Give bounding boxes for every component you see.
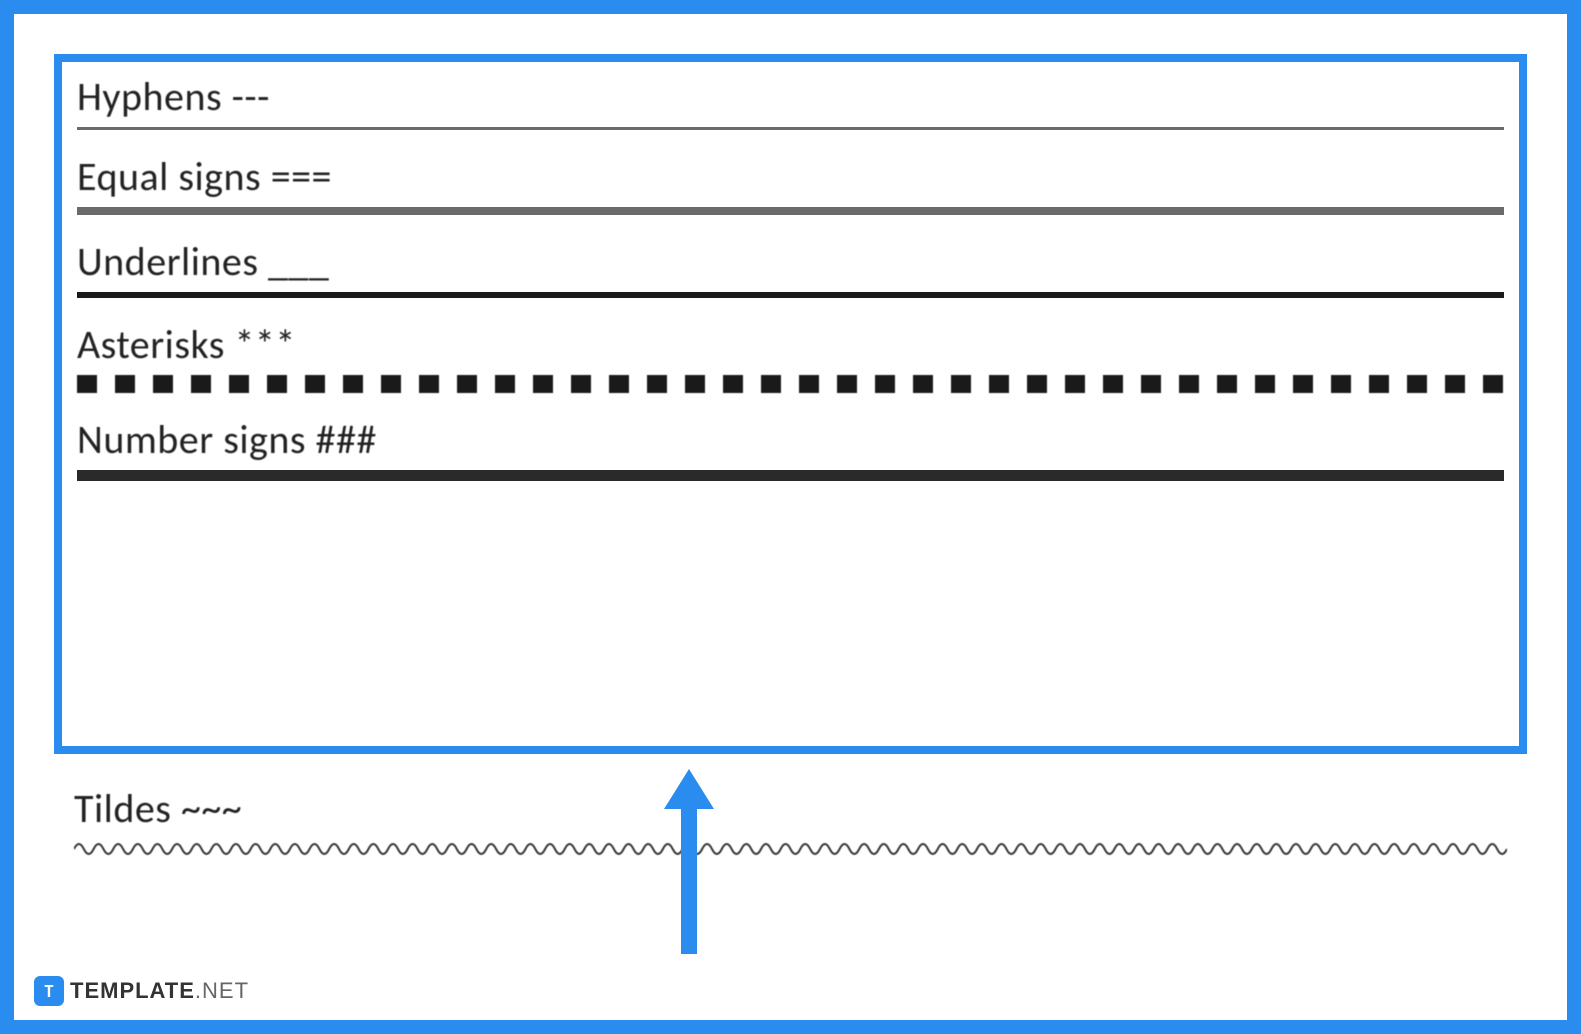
- autoformat-example-equals: Equal signs ===: [77, 152, 1504, 215]
- outer-frame: Hyphens --- Equal signs === Underlines _…: [0, 0, 1581, 1034]
- rule-wave-line: [74, 839, 1507, 859]
- autoformat-example-hyphens: Hyphens ---: [77, 72, 1504, 130]
- autoformat-example-tildes: Tildes ~~~: [74, 784, 1507, 864]
- label-number-signs: Number signs ###: [77, 415, 1504, 464]
- watermark-brand-light: .NET: [195, 978, 249, 1003]
- watermark: T TEMPLATE.NET: [34, 976, 249, 1006]
- label-equals: Equal signs ===: [77, 152, 1504, 201]
- watermark-logo-icon: T: [34, 976, 64, 1006]
- autoformat-example-number-signs: Number signs ###: [77, 415, 1504, 478]
- autoformat-example-underlines: Underlines ___: [77, 237, 1504, 298]
- autoformat-example-asterisks: Asterisks ***: [77, 320, 1504, 393]
- highlighted-section: Hyphens --- Equal signs === Underlines _…: [54, 54, 1527, 754]
- rule-thin-line: [77, 127, 1504, 130]
- arrow-up-icon: [664, 769, 714, 954]
- label-underlines: Underlines ___: [77, 237, 1504, 286]
- label-hyphens: Hyphens ---: [77, 72, 1504, 121]
- label-tildes: Tildes ~~~: [74, 784, 1507, 833]
- watermark-logo-letter: T: [45, 980, 54, 1002]
- rule-thick-line: [77, 292, 1504, 298]
- label-asterisks: Asterisks ***: [77, 320, 1504, 369]
- rule-triple-line: [77, 470, 1504, 478]
- watermark-brand-bold: TEMPLATE: [70, 978, 195, 1003]
- rule-double-line: [77, 207, 1504, 215]
- rule-dotted-line: [77, 375, 1504, 393]
- watermark-text: TEMPLATE.NET: [70, 978, 249, 1004]
